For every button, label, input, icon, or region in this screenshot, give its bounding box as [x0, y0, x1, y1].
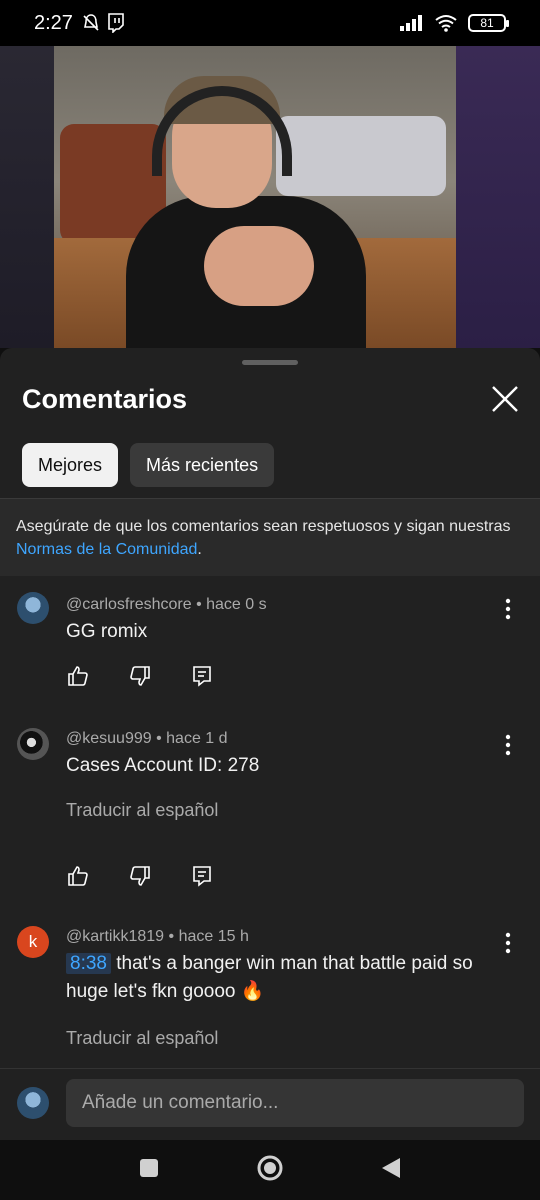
- close-button[interactable]: [488, 382, 522, 416]
- comment-author[interactable]: @kesuu999: [66, 730, 152, 747]
- status-bar: 2:27 81: [0, 0, 540, 46]
- bell-off-icon: [83, 14, 99, 31]
- avatar[interactable]: [17, 728, 49, 760]
- more-options-icon[interactable]: [502, 734, 514, 756]
- avatar[interactable]: [17, 592, 49, 624]
- thumbs-down-icon: [130, 866, 150, 886]
- battery-indicator: 81: [468, 14, 509, 32]
- comment-author[interactable]: @kartikk1819: [66, 928, 164, 945]
- comment-time: hace 1 d: [166, 730, 228, 747]
- thumbs-down-icon: [130, 666, 150, 686]
- comment-author[interactable]: @carlosfreshcore: [66, 596, 192, 613]
- comment-time: hace 0 s: [206, 596, 267, 613]
- twitch-icon: [108, 13, 124, 33]
- comment-meta: @carlosfreshcore • hace 0 s: [66, 596, 267, 613]
- home-button[interactable]: [257, 1155, 283, 1186]
- comment-text: Cases Account ID: 278: [66, 755, 260, 776]
- panel-title: Comentarios: [22, 384, 188, 414]
- notice-end: .: [197, 541, 202, 558]
- back-button[interactable]: [381, 1157, 401, 1184]
- reply-button[interactable]: [190, 864, 214, 888]
- recents-button[interactable]: [139, 1158, 159, 1183]
- drag-handle[interactable]: [242, 360, 298, 365]
- add-comment-bar: Añade un comentario...: [0, 1068, 540, 1140]
- notice-text: Asegúrate de que los comentarios sean re…: [16, 518, 511, 535]
- status-right: 81: [400, 14, 509, 32]
- chip-mejores[interactable]: Mejores: [22, 443, 119, 487]
- comment-list: @carlosfreshcore • hace 0 s GG romix @ke…: [0, 576, 540, 1070]
- timestamp-link[interactable]: 8:38: [66, 953, 111, 974]
- reply-icon: [193, 666, 211, 687]
- user-avatar[interactable]: [17, 1087, 49, 1119]
- dislike-button[interactable]: [128, 864, 152, 888]
- comment-time: hace 15 h: [178, 928, 249, 945]
- comments-panel: Comentarios Mejores Más recientes Asegúr…: [0, 348, 540, 1070]
- webcam-feed: [54, 46, 456, 348]
- comment-meta: @kesuu999 • hace 1 d: [66, 730, 228, 747]
- community-notice: Asegúrate de que los comentarios sean re…: [0, 498, 540, 576]
- more-options-icon[interactable]: [502, 598, 514, 620]
- add-comment-input[interactable]: Añade un comentario...: [66, 1079, 524, 1127]
- close-icon: [492, 386, 518, 412]
- like-button[interactable]: [66, 864, 90, 888]
- avatar[interactable]: k: [17, 926, 49, 958]
- wifi-icon: [435, 15, 457, 32]
- dislike-button[interactable]: [128, 664, 152, 688]
- avatar-letter: k: [28, 932, 38, 951]
- sort-chips: Mejores Más recientes: [22, 443, 275, 487]
- comment-actions: [66, 864, 214, 888]
- reply-icon: [193, 866, 211, 887]
- thumbs-up-icon: [68, 666, 88, 686]
- comment-text: GG romix: [66, 621, 148, 642]
- status-time: 2:27: [34, 11, 73, 34]
- chip-mas-recientes[interactable]: Más recientes: [130, 443, 275, 487]
- circle-icon: [257, 1155, 283, 1180]
- more-options-icon[interactable]: [502, 932, 514, 954]
- status-notification-icons: [81, 13, 125, 33]
- thumbs-up-icon: [68, 866, 88, 886]
- comment-text-body: that's a banger win man that battle paid…: [66, 953, 473, 1002]
- reply-button[interactable]: [190, 664, 214, 688]
- comment-meta: @kartikk1819 • hace 15 h: [66, 928, 249, 945]
- community-guidelines-link[interactable]: Normas de la Comunidad: [16, 541, 197, 558]
- comment-text: 8:38 that's a banger win man that battle…: [66, 950, 506, 1006]
- like-button[interactable]: [66, 664, 90, 688]
- system-nav-bar: [0, 1140, 540, 1200]
- square-icon: [140, 1158, 158, 1177]
- video-side-right: [456, 46, 540, 348]
- translate-link[interactable]: Traducir al español: [66, 1028, 218, 1049]
- back-triangle-icon: [382, 1157, 400, 1178]
- video-player[interactable]: [0, 46, 540, 348]
- video-side-left: [0, 46, 54, 348]
- translate-link[interactable]: Traducir al español: [66, 800, 218, 821]
- signal-icon: [400, 15, 422, 31]
- comment-actions: [66, 664, 214, 688]
